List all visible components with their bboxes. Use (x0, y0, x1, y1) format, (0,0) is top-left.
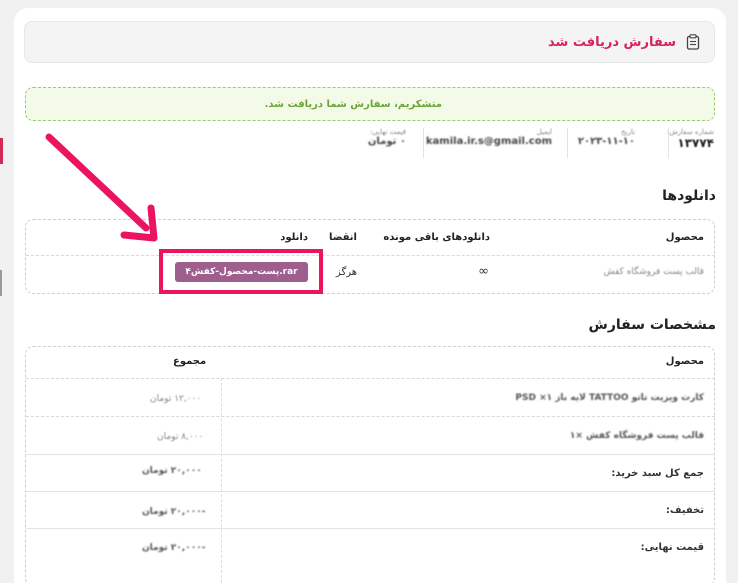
downloads-title: دانلودها (662, 188, 716, 204)
summary-label: قیمت نهایی: (640, 542, 704, 553)
meta-label: شماره سفارش: (666, 128, 714, 136)
order-header: سفارش دریافت شد (24, 21, 715, 63)
table-divider (26, 378, 715, 379)
summary-value: -۲۰,۰۰۰ تومان (142, 507, 206, 517)
order-table (25, 346, 715, 583)
pointer-arrow (45, 133, 158, 242)
clipboard-icon (686, 34, 700, 50)
meta-label: تاریخ (621, 128, 635, 136)
table-column-divider (221, 378, 222, 583)
meta-divider (567, 128, 568, 158)
highlight-box (159, 249, 323, 294)
order-item-price: ۸,۰۰۰ تومان (157, 432, 204, 442)
meta-label: قیمت نهایی: (369, 128, 406, 136)
table-divider (26, 528, 715, 529)
meta-divider (423, 128, 424, 158)
order-item-price: ۱۲,۰۰۰ تومان (150, 394, 202, 404)
page-title: سفارش دریافت شد (548, 34, 676, 50)
col-product: محصول (665, 356, 704, 367)
left-edge-marker (0, 270, 2, 296)
table-divider (26, 454, 715, 455)
order-item-name[interactable]: کارت ویزیت تاتو TATTOO لایه باز PSD ×۱ (515, 393, 704, 403)
order-details-title: مشخصات سفارش (588, 317, 716, 333)
summary-value: -۲۰,۰۰۰ تومان (142, 543, 206, 553)
summary-label: تخفیف: (665, 505, 704, 516)
table-divider (26, 416, 715, 417)
meta-email: ایمیل kamila.ir.s@gmail.com (426, 128, 552, 147)
meta-label: ایمیل (536, 128, 552, 136)
table-divider (26, 255, 715, 256)
col-download: دانلود (280, 232, 308, 243)
download-expires: هرگز (335, 267, 357, 278)
meta-value: ۲۰۲۳-۱۱-۱۰ (577, 136, 635, 147)
col-total: مجموع (173, 356, 207, 367)
table-divider (26, 491, 715, 492)
meta-total: قیمت نهایی: ۰ تومان (368, 128, 406, 147)
summary-label: جمع کل سبد خرید: (611, 468, 704, 479)
col-remaining: دانلودهای باقی مونده (383, 232, 490, 243)
download-product-link[interactable]: قالب پست فروشگاه کفش (604, 267, 704, 277)
meta-value: kamila.ir.s@gmail.com (425, 136, 552, 147)
meta-value: ۱۳۷۷۴ (677, 136, 714, 150)
order-item-name[interactable]: قالب پست فروشگاه کفش ×۱ (570, 431, 704, 441)
download-remaining: ∞ (478, 264, 489, 279)
notice-text: متشکریم، سفارش شما دریافت شد. (264, 98, 442, 110)
success-notice: متشکریم، سفارش شما دریافت شد. (25, 87, 715, 121)
left-edge-marker (0, 138, 3, 164)
summary-value: ۲۰,۰۰۰ تومان (142, 466, 202, 476)
meta-date: تاریخ ۲۰۲۳-۱۱-۱۰ (578, 128, 635, 147)
col-expires: انقضا (329, 232, 357, 243)
meta-divider (668, 128, 669, 158)
meta-order-number: شماره سفارش: ۱۳۷۷۴ (667, 128, 714, 150)
meta-value: ۰ تومان (367, 136, 406, 147)
col-product: محصول (665, 232, 704, 243)
